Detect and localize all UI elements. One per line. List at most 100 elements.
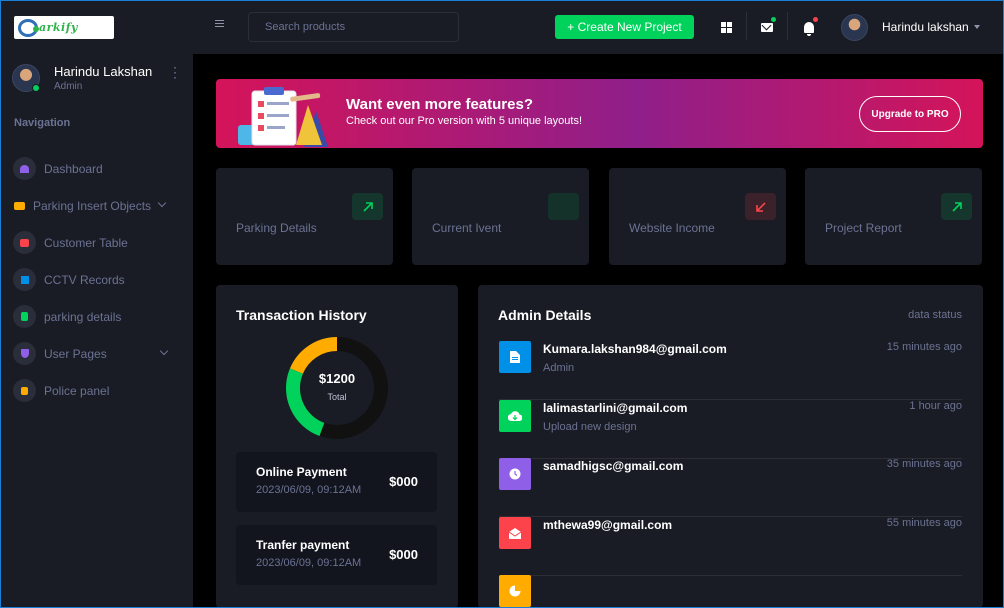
more-vertical-icon[interactable]: ⋮ xyxy=(168,65,182,79)
arrow-top-right-icon xyxy=(352,193,383,220)
email-open-icon xyxy=(499,517,531,549)
card-title: Transaction History xyxy=(236,307,367,323)
sidebar-item-label: Customer Table xyxy=(44,235,128,250)
menu-icon[interactable] xyxy=(215,20,224,29)
chevron-down-icon xyxy=(159,346,169,356)
payment-date: 2023/06/09, 09:12AM xyxy=(256,484,362,496)
payment-title: Online Payment xyxy=(256,465,347,479)
create-project-button[interactable]: + Create New Project xyxy=(555,15,694,39)
stat-label: Project Report xyxy=(825,221,902,235)
data-status-label: data status xyxy=(908,309,962,321)
online-status-dot xyxy=(32,84,40,92)
nav-title: Navigation xyxy=(14,117,71,129)
payment-amount: $000 xyxy=(389,474,418,489)
transaction-history-card: Transaction History $1200 Total Online P… xyxy=(216,285,458,608)
sidebar-item-parking-details[interactable]: parking details xyxy=(0,298,193,335)
file-document-icon xyxy=(13,379,36,402)
donut-segment-yellow xyxy=(289,337,338,375)
payment-amount: $000 xyxy=(389,547,418,562)
profile-role: Admin xyxy=(54,81,83,92)
security-icon xyxy=(13,342,36,365)
notification-dot xyxy=(771,17,776,22)
sidebar-item-label: parking details xyxy=(44,309,122,324)
sidebar-item-user-pages[interactable]: User Pages xyxy=(0,335,193,372)
admin-time: 1 hour ago xyxy=(909,400,962,412)
admin-desc: Admin xyxy=(543,362,575,374)
stat-card-parking-details[interactable]: Parking Details xyxy=(216,168,393,265)
divider xyxy=(787,12,788,40)
bell-icon[interactable] xyxy=(796,14,822,40)
admin-email: samadhigsc@gmail.com xyxy=(543,459,684,473)
admin-row[interactable]: lalimastarlini@gmail.com Upload new desi… xyxy=(499,400,962,459)
sidebar-item-cctv-records[interactable]: CCTV Records xyxy=(0,261,193,298)
banner-subtitle: Check out our Pro version with 5 unique … xyxy=(346,115,583,127)
divider xyxy=(746,12,747,40)
stat-label: Current Ivent xyxy=(432,221,502,235)
arrow-bottom-left-icon xyxy=(745,193,776,220)
stat-card-website-income[interactable]: Website Income xyxy=(609,168,786,265)
view-grid-icon[interactable] xyxy=(713,14,739,40)
chevron-down-icon xyxy=(157,198,167,208)
admin-email: mthewa99@gmail.com xyxy=(543,518,673,532)
bar-chart-icon xyxy=(13,268,36,291)
email-icon[interactable] xyxy=(754,14,780,40)
logo-text: arkify xyxy=(39,21,78,34)
payment-item[interactable]: Online Payment 2023/06/09, 09:12AM $000 xyxy=(236,452,437,512)
admin-email: Kumara.lakshan984@gmail.com xyxy=(543,342,727,356)
table-icon xyxy=(13,231,36,254)
stat-label: Parking Details xyxy=(236,221,317,235)
notification-dot xyxy=(813,17,818,22)
search-input[interactable] xyxy=(248,12,459,42)
sidebar-item-label: CCTV Records xyxy=(44,272,125,287)
banner-title: Want even more features? xyxy=(346,96,533,113)
sidebar-profile[interactable]: Harindu Lakshan Admin ⋮ xyxy=(12,64,182,96)
stat-card-current-ivent[interactable]: Current Ivent xyxy=(412,168,589,265)
user-name: Harindu lakshan xyxy=(882,20,969,34)
transaction-donut-chart: $1200 Total xyxy=(286,337,388,439)
upgrade-to-pro-button[interactable]: Upgrade to PRO xyxy=(859,96,961,132)
admin-time: 35 minutes ago xyxy=(886,458,962,470)
sidebar-item-dashboard[interactable]: Dashboard xyxy=(0,150,193,187)
admin-row[interactable]: mthewa99@gmail.com 55 minutes ago xyxy=(499,517,962,576)
user-menu[interactable]: Harindu lakshan xyxy=(841,12,980,42)
clipboard-illustration xyxy=(238,87,328,147)
avatar xyxy=(841,13,868,41)
topbar: + Create New Project Harindu lakshan xyxy=(193,0,1004,54)
admin-time: 55 minutes ago xyxy=(886,517,962,529)
sidebar: arkify Harindu Lakshan Admin ⋮ Navigatio… xyxy=(0,0,193,608)
file-icon xyxy=(499,341,531,373)
admin-row[interactable] xyxy=(499,575,962,608)
chart-pie-icon xyxy=(499,575,531,607)
sidebar-item-parking-insert-objects[interactable]: Parking Insert Objects xyxy=(0,187,193,224)
admin-desc: Upload new design xyxy=(543,421,637,433)
promo-banner: Want even more features? Check out our P… xyxy=(216,79,983,148)
stat-card-project-report[interactable]: Project Report xyxy=(805,168,982,265)
sidebar-item-label: Parking Insert Objects xyxy=(33,198,152,213)
cloud-download-icon xyxy=(499,400,531,432)
stat-label: Website Income xyxy=(629,221,715,235)
sidebar-item-label: User Pages xyxy=(44,346,107,361)
admin-row[interactable]: samadhigsc@gmail.com 35 minutes ago xyxy=(499,458,962,517)
laptop-icon xyxy=(13,200,25,212)
admin-email: lalimastarlini@gmail.com xyxy=(543,401,688,415)
sidebar-item-label: Police panel xyxy=(44,383,110,398)
payment-date: 2023/06/09, 09:12AM xyxy=(256,557,362,569)
sidebar-item-customer-table[interactable]: Customer Table xyxy=(0,224,193,261)
sidebar-item-police-panel[interactable]: Police panel xyxy=(0,372,193,409)
clock-icon xyxy=(499,458,531,490)
payment-item[interactable]: Tranfer payment 2023/06/09, 09:12AM $000 xyxy=(236,525,437,585)
arrow-top-right-icon xyxy=(941,193,972,220)
admin-row[interactable]: Kumara.lakshan984@gmail.com Admin 15 min… xyxy=(499,341,962,400)
brand-logo[interactable]: arkify xyxy=(14,16,114,39)
speedometer-icon xyxy=(13,157,36,180)
sidebar-nav: Dashboard Parking Insert Objects Custome… xyxy=(0,150,193,409)
contacts-icon xyxy=(13,305,36,328)
admin-time: 15 minutes ago xyxy=(886,341,962,353)
donut-total-label: Total xyxy=(327,392,347,402)
card-title: Admin Details xyxy=(498,307,592,323)
admin-details-card: Admin Details data status Kumara.lakshan… xyxy=(478,285,983,608)
sidebar-item-label: Dashboard xyxy=(44,161,103,176)
caret-down-icon xyxy=(973,25,980,29)
profile-name: Harindu Lakshan xyxy=(54,64,153,79)
logo-mark-icon xyxy=(18,18,39,37)
